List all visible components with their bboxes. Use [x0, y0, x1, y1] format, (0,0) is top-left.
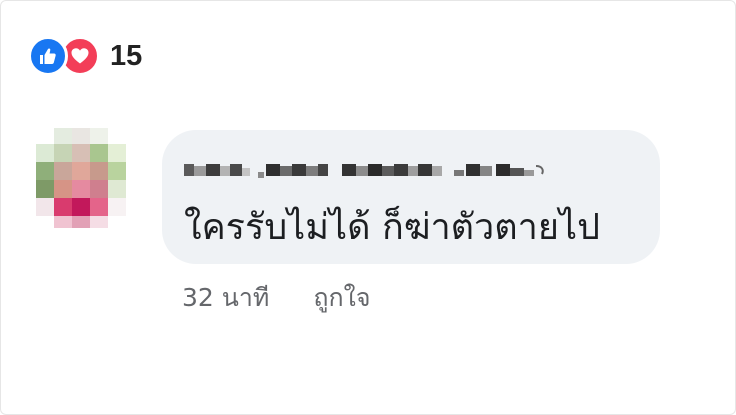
redacted-author-name[interactable] — [184, 160, 554, 180]
reaction-count: 15 — [110, 39, 143, 72]
like-icon — [28, 36, 68, 76]
like-comment-button[interactable]: ถูกใจ — [313, 278, 370, 318]
comment-bubble: ใครรับไม่ได้ ก็ฆ่าตัวตายไป — [162, 130, 660, 264]
reaction-summary[interactable]: 15 — [28, 36, 142, 76]
comment-meta: 32 นาที ถูกใจ — [182, 278, 371, 318]
comment-timestamp[interactable]: 32 นาที — [182, 278, 269, 318]
avatar[interactable] — [36, 128, 126, 228]
comment-text: ใครรับไม่ได้ ก็ฆ่าตัวตายไป — [184, 207, 600, 248]
